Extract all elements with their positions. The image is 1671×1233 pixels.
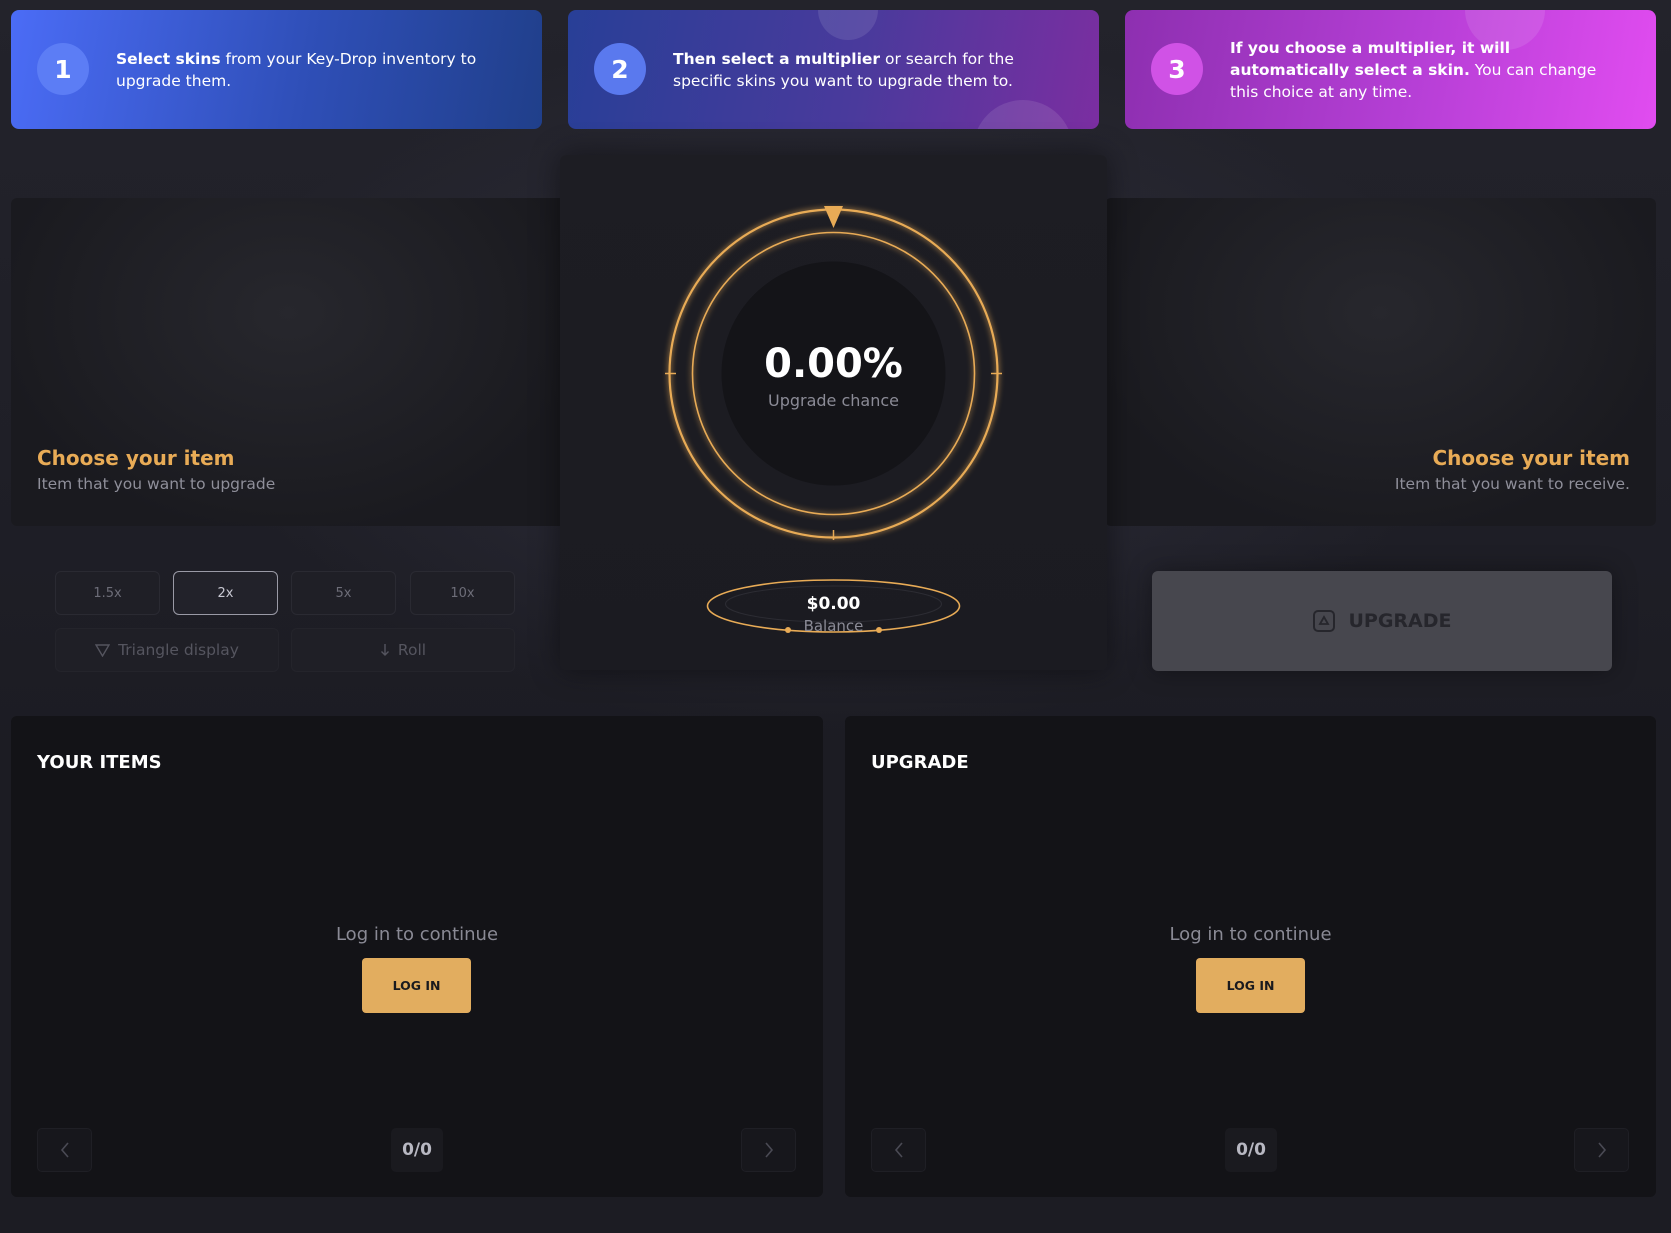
your-items-prev-button[interactable] (37, 1128, 92, 1172)
upgrade-chance-label: Upgrade chance (767, 391, 899, 410)
multiplier-2x-button[interactable]: 2x (173, 571, 278, 615)
roll-label: Roll (397, 641, 427, 659)
roll-button[interactable]: Roll (291, 628, 515, 672)
source-item-title: Choose your item (37, 446, 235, 470)
upgrade-icon (1313, 610, 1336, 632)
your-items-login-button[interactable]: LOG IN (362, 958, 471, 1013)
target-item-slot[interactable]: Choose your item Item that you want to r… (1105, 198, 1656, 526)
upgrade-panel-title: UPGRADE (871, 752, 969, 773)
step-number-3: 3 (1151, 43, 1203, 95)
target-item-title: Choose your item (1432, 446, 1631, 470)
source-item-subtitle: Item that you want to upgrade (37, 475, 276, 493)
your-items-page-count: 0/0 (391, 1128, 443, 1172)
triangle-display-button[interactable]: Triangle display (55, 628, 279, 672)
upgrade-items-panel: UPGRADE Log in to continue LOG IN 0/0 (845, 716, 1656, 1197)
upgrade-chance-value: 0.00% (764, 341, 903, 387)
step-text-3: If you choose a multiplier, it will auto… (1230, 38, 1597, 101)
balance-label: Balance (803, 617, 864, 635)
step-number-1: 1 (37, 43, 89, 95)
upgrade-panel-login-text: Log in to continue (1169, 924, 1332, 945)
arrow-down-icon (380, 644, 389, 656)
triangle-icon (95, 643, 111, 657)
upgrade-button[interactable]: UPGRADE (1152, 571, 1612, 671)
chevron-right-icon (1597, 1142, 1606, 1158)
upgrade-button-label: UPGRADE (1348, 610, 1452, 632)
step-text-2: Then select a multiplier or search for t… (673, 49, 1014, 90)
your-items-panel: YOUR ITEMS Log in to continue LOG IN 0/0 (11, 716, 823, 1197)
multiplier-1-5x-button[interactable]: 1.5x (55, 571, 160, 615)
step-card-3: 3 If you choose a multiplier, it will au… (1125, 10, 1656, 129)
target-item-subtitle: Item that you want to receive. (1394, 475, 1630, 493)
multiplier-10x-button[interactable]: 10x (410, 571, 515, 615)
pointer-arrow-icon (824, 206, 843, 228)
upgrade-panel-next-button[interactable] (1574, 1128, 1629, 1172)
your-items-title: YOUR ITEMS (37, 752, 162, 773)
step-card-1: 1 Select skins from your Key-Drop invent… (11, 10, 542, 129)
step-card-2: 2 Then select a multiplier or search for… (568, 10, 1099, 129)
step-text-1: Select skins from your Key-Drop inventor… (116, 49, 477, 90)
your-items-login-text: Log in to continue (335, 924, 499, 945)
your-items-next-button[interactable] (741, 1128, 796, 1172)
chevron-left-icon (894, 1142, 903, 1158)
upgrade-chance-panel: 0.00% Upgrade chance $0.00 Balance (560, 155, 1107, 670)
upgrade-panel-prev-button[interactable] (871, 1128, 926, 1172)
upgrade-panel-page-count: 0/0 (1225, 1128, 1277, 1172)
balance-value: $0.00 (806, 594, 861, 614)
triangle-display-label: Triangle display (118, 641, 239, 659)
multiplier-5x-button[interactable]: 5x (291, 571, 396, 615)
chevron-right-icon (764, 1142, 773, 1158)
upgrade-panel-login-button[interactable]: LOG IN (1196, 958, 1305, 1013)
step-number-2: 2 (594, 43, 646, 95)
chevron-left-icon (60, 1142, 69, 1158)
source-item-slot[interactable]: Choose your item Item that you want to u… (11, 198, 566, 526)
